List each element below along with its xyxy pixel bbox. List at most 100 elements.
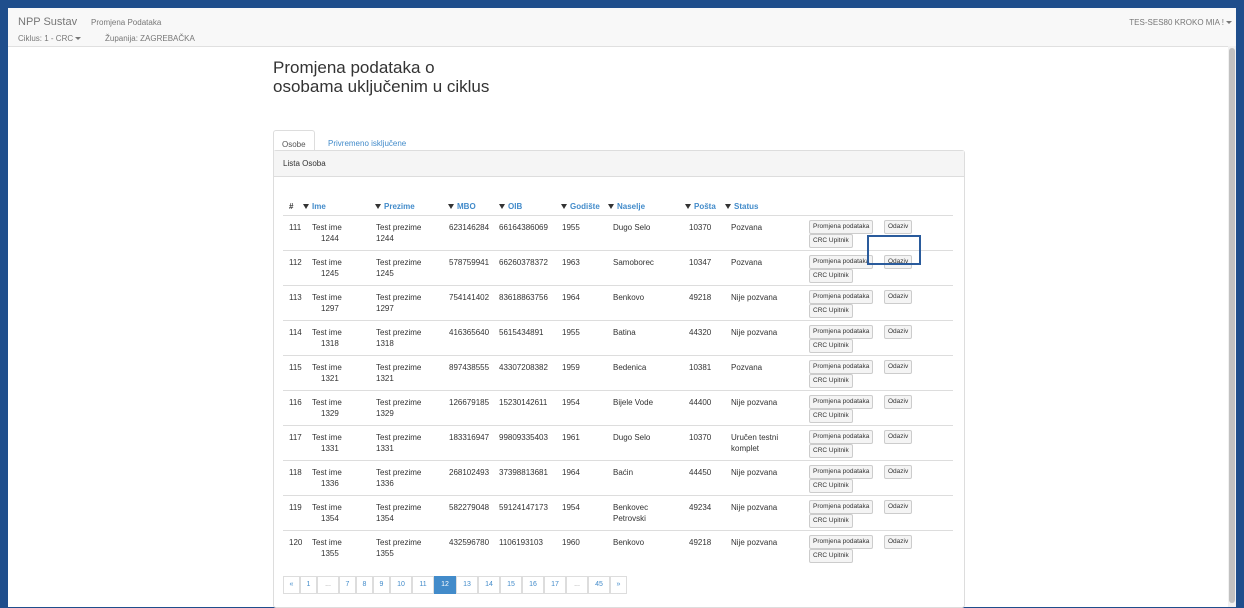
odaziv-button[interactable]: Odaziv xyxy=(884,325,913,339)
promjena-podataka-button[interactable]: Promjena podataka xyxy=(809,255,874,269)
column-header-mbo[interactable]: MBO xyxy=(448,202,476,211)
pagination-page[interactable]: 7 xyxy=(339,576,356,594)
promjena-podataka-button[interactable]: Promjena podataka xyxy=(809,465,874,479)
cell-mbo: 897438555 xyxy=(449,363,490,372)
cell-posta: 10347 xyxy=(689,258,712,267)
pagination-next[interactable]: » xyxy=(610,576,627,594)
promjena-podataka-button[interactable]: Promjena podataka xyxy=(809,220,874,234)
column-header-oib[interactable]: OIB xyxy=(499,202,522,211)
filter-icon xyxy=(685,204,691,209)
pagination-page[interactable]: 12 xyxy=(434,576,456,594)
pagination-page[interactable]: 45 xyxy=(588,576,610,594)
promjena-podataka-button[interactable]: Promjena podataka xyxy=(809,500,874,514)
pagination-page[interactable]: 17 xyxy=(544,576,566,594)
cell-naselje-line: Samoborec xyxy=(613,258,654,267)
odaziv-button[interactable]: Odaziv xyxy=(884,395,913,409)
nav-link-promjena-podataka[interactable]: Promjena Podataka xyxy=(91,18,161,27)
ciklus-dropdown[interactable]: Ciklus: 1 - CRC xyxy=(18,34,82,43)
cell-prezime: Test prezime 1329 xyxy=(376,397,421,419)
column-header-godiste[interactable]: Godište xyxy=(561,202,600,211)
column-header-ime[interactable]: Ime xyxy=(303,202,326,211)
odaziv-button[interactable]: Odaziv xyxy=(884,430,913,444)
brand-link[interactable]: NPP Sustav xyxy=(18,16,77,28)
cell-status: Nije pozvana xyxy=(731,537,777,548)
promjena-podataka-button[interactable]: Promjena podataka xyxy=(809,325,874,339)
odaziv-button[interactable]: Odaziv xyxy=(884,465,913,479)
promjena-podataka-button[interactable]: Promjena podataka xyxy=(809,290,874,304)
filter-icon xyxy=(448,204,454,209)
column-header-label: Godište xyxy=(570,202,600,211)
cell-prezime: Test prezime 1331 xyxy=(376,432,421,454)
crc-upitnik-button[interactable]: CRC Upitnik xyxy=(809,234,853,248)
pagination-page[interactable]: 11 xyxy=(412,576,434,594)
cell-prezime-line: 1321 xyxy=(376,374,394,383)
pagination-page[interactable]: 16 xyxy=(522,576,544,594)
pagination-prev[interactable]: « xyxy=(283,576,300,594)
column-header-number: # xyxy=(289,202,294,211)
cell-mbo: 432596780 xyxy=(449,538,490,547)
cell-naselje: Benkovo xyxy=(613,537,644,548)
crc-upitnik-button[interactable]: CRC Upitnik xyxy=(809,479,853,493)
cell-ime-line: Test ime xyxy=(312,538,342,547)
pagination-ellipsis: ... xyxy=(566,576,588,594)
crc-upitnik-button[interactable]: CRC Upitnik xyxy=(809,304,853,318)
cell-status-line: Nije pozvana xyxy=(731,293,778,302)
odaziv-button[interactable]: Odaziv xyxy=(884,500,913,514)
crc-upitnik-button[interactable]: CRC Upitnik xyxy=(809,374,853,388)
promjena-podataka-button[interactable]: Promjena podataka xyxy=(809,430,874,444)
cell-oib: 43307208382 xyxy=(499,363,548,372)
user-menu[interactable]: TES-SES80 KROKO MIA ! xyxy=(1129,18,1232,27)
pagination-page[interactable]: 15 xyxy=(500,576,522,594)
pagination-page[interactable]: 1 xyxy=(300,576,317,594)
crc-upitnik-button[interactable]: CRC Upitnik xyxy=(809,549,853,563)
pagination-page[interactable]: 9 xyxy=(373,576,390,594)
cell-mbo: 623146284 xyxy=(449,223,490,232)
odaziv-button[interactable]: Odaziv xyxy=(884,290,913,304)
pagination-page[interactable]: 13 xyxy=(456,576,478,594)
cell-prezime-line: 1354 xyxy=(376,514,394,523)
filter-icon xyxy=(561,204,567,209)
odaziv-button[interactable]: Odaziv xyxy=(884,360,913,374)
user-name: TES-SES80 KROKO MIA ! xyxy=(1129,18,1224,27)
scrollbar-thumb[interactable] xyxy=(1229,48,1235,603)
zupanija-label: Županija: ZAGREBAČKA xyxy=(105,34,195,43)
pagination-page[interactable]: 10 xyxy=(390,576,412,594)
cell-godiste: 1961 xyxy=(562,433,580,442)
cell-naselje: Benkovo xyxy=(613,292,644,303)
cell-number: 114 xyxy=(289,328,302,337)
pagination-page[interactable]: 14 xyxy=(478,576,500,594)
cell-prezime-line: Test prezime xyxy=(376,468,422,477)
cell-number: 117 xyxy=(289,433,302,442)
crc-upitnik-button[interactable]: CRC Upitnik xyxy=(809,339,853,353)
cell-status-line: Nije pozvana xyxy=(731,503,778,512)
cell-ime: Test ime 1354 xyxy=(312,502,342,524)
crc-upitnik-button[interactable]: CRC Upitnik xyxy=(809,514,853,528)
cell-naselje: Dugo Selo xyxy=(613,432,650,443)
cell-oib: 1106193103 xyxy=(499,538,543,547)
odaziv-button[interactable]: Odaziv xyxy=(884,220,913,234)
cell-naselje-line: Benkovo xyxy=(613,538,645,547)
cell-prezime-line: 1329 xyxy=(376,409,394,418)
cell-naselje-line: Petrovski xyxy=(613,514,646,523)
column-header-naselje[interactable]: Naselje xyxy=(608,202,645,211)
promjena-podataka-button[interactable]: Promjena podataka xyxy=(809,360,874,374)
column-header-status[interactable]: Status xyxy=(725,202,758,211)
cell-posta: 10370 xyxy=(689,223,712,232)
cell-naselje-line: Dugo Selo xyxy=(613,223,651,232)
crc-upitnik-button[interactable]: CRC Upitnik xyxy=(809,269,853,283)
cell-godiste: 1954 xyxy=(562,503,580,512)
cell-prezime-line: 1318 xyxy=(376,339,394,348)
promjena-podataka-button[interactable]: Promjena podataka xyxy=(809,395,874,409)
crc-upitnik-button[interactable]: CRC Upitnik xyxy=(809,444,853,458)
panel-title: Lista Osoba xyxy=(283,159,326,168)
cell-ime-line: Test ime xyxy=(312,433,342,442)
column-header-posta[interactable]: Pošta xyxy=(685,202,716,211)
cell-ime-line: Test ime xyxy=(312,258,342,267)
odaziv-button[interactable]: Odaziv xyxy=(884,535,913,549)
promjena-podataka-button[interactable]: Promjena podataka xyxy=(809,535,874,549)
cell-prezime: Test prezime 1244 xyxy=(376,222,421,244)
crc-upitnik-button[interactable]: CRC Upitnik xyxy=(809,409,853,423)
cell-godiste: 1955 xyxy=(562,328,580,337)
pagination-page[interactable]: 8 xyxy=(356,576,373,594)
column-header-prezime[interactable]: Prezime xyxy=(375,202,415,211)
